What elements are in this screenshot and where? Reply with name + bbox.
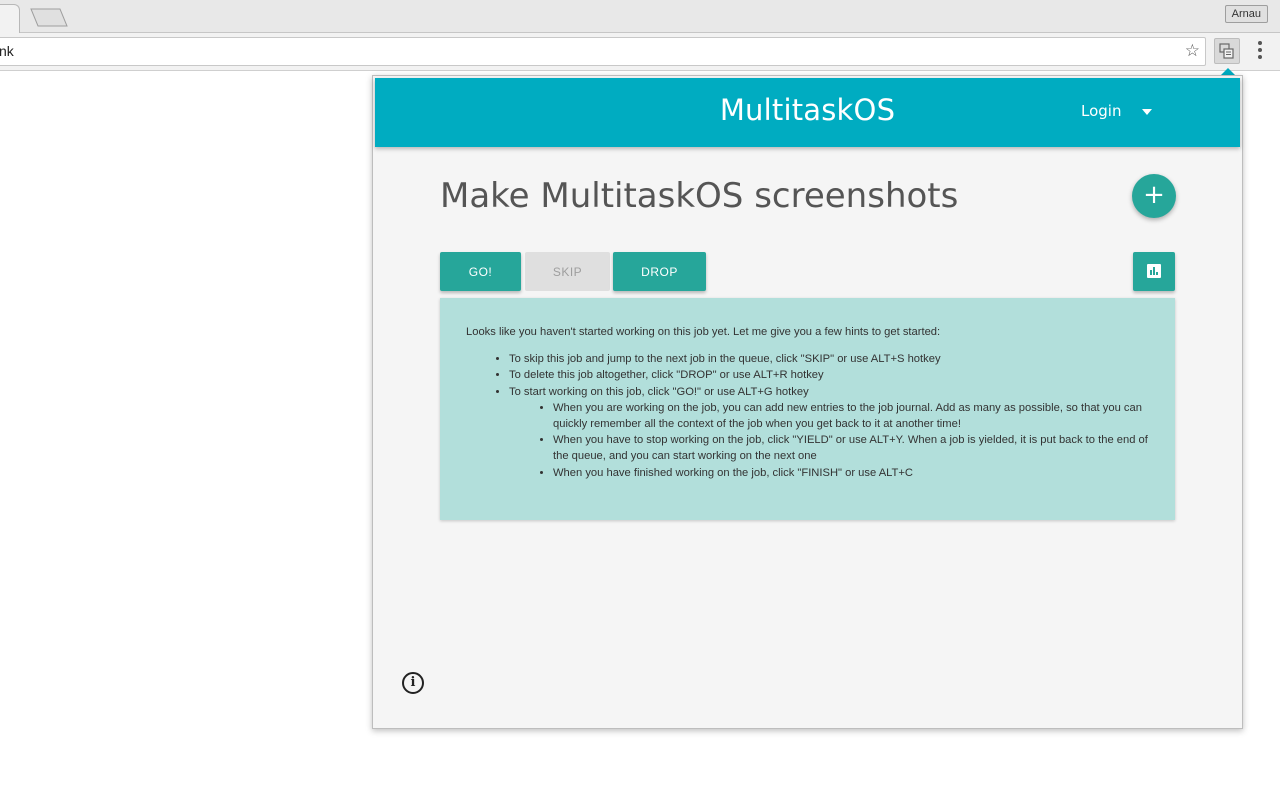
- hint-sublist: When you are working on the job, you can…: [509, 400, 1149, 481]
- hint-item-go-text: To start working on this job, click "GO!…: [509, 385, 809, 398]
- extension-popup: MultitaskOS Login Make MultitaskOS scree…: [372, 75, 1243, 729]
- info-icon[interactable]: i: [402, 672, 424, 694]
- hint-item-go: To start working on this job, click "GO!…: [509, 384, 1149, 481]
- hint-item-skip: To skip this job and jump to the next jo…: [509, 351, 1149, 367]
- hint-intro: Looks like you haven't started working o…: [466, 326, 941, 338]
- caret-down-icon[interactable]: [1142, 109, 1152, 115]
- hint-list: To skip this job and jump to the next jo…: [466, 351, 1149, 481]
- extension-icon[interactable]: [1214, 38, 1240, 64]
- address-text: nk: [0, 43, 14, 59]
- bar-chart-icon: [1147, 264, 1161, 278]
- hint-subitem-journal: When you are working on the job, you can…: [553, 400, 1149, 432]
- browser-toolbar: nk ☆: [0, 33, 1280, 71]
- profile-button[interactable]: Arnau: [1224, 5, 1268, 23]
- stats-button[interactable]: [1133, 252, 1175, 291]
- new-tab-button[interactable]: [30, 8, 68, 27]
- hint-subitem-yield: When you have to stop working on the job…: [553, 432, 1149, 464]
- drop-button[interactable]: DROP: [613, 252, 706, 291]
- bookmark-star-icon[interactable]: ☆: [1185, 41, 1200, 61]
- browser-menu-icon[interactable]: [1254, 41, 1266, 63]
- hint-subitem-finish: When you have finished working on the jo…: [553, 465, 1149, 481]
- browser-tab[interactable]: ×: [0, 4, 20, 34]
- skip-button[interactable]: SKIP: [525, 252, 610, 291]
- go-button[interactable]: GO!: [440, 252, 521, 291]
- hint-card: Looks like you haven't started working o…: [440, 298, 1175, 520]
- browser-tabstrip: × Arnau: [0, 0, 1280, 34]
- extension-glyph-icon: [1219, 43, 1234, 59]
- add-job-button[interactable]: +: [1132, 174, 1176, 218]
- app-bar: MultitaskOS Login: [375, 78, 1240, 147]
- job-title: Make MultitaskOS screenshots: [440, 176, 959, 216]
- hint-item-drop: To delete this job altogether, click "DR…: [509, 367, 1149, 383]
- address-bar[interactable]: nk ☆: [0, 37, 1206, 66]
- login-button[interactable]: Login: [1081, 102, 1121, 120]
